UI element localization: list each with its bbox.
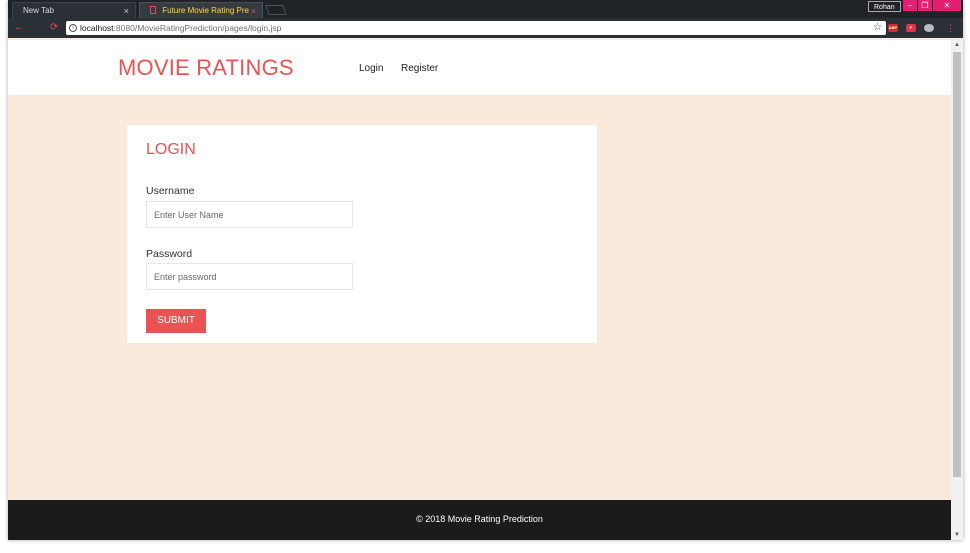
browser-window: New Tab × Future Movie Rating Pre × Roha… — [8, 0, 963, 540]
extension-icon[interactable] — [924, 24, 934, 32]
nav-link-login[interactable]: Login — [359, 62, 383, 76]
page-viewport: MOVIE RATINGS Login Register LOGIN Usern… — [8, 40, 951, 540]
profile-button[interactable]: Rohan — [868, 1, 901, 12]
password-input[interactable] — [146, 263, 353, 290]
scroll-thumb[interactable] — [953, 52, 961, 477]
scroll-up-arrow-icon[interactable]: ▲ — [951, 40, 963, 50]
page-icon — [150, 6, 156, 14]
page-scrollbar[interactable]: ▲ ▼ — [951, 40, 963, 540]
password-label: Password — [146, 248, 193, 260]
scroll-down-arrow-icon[interactable]: ▼ — [951, 530, 963, 540]
tab-close-icon[interactable]: × — [251, 3, 256, 19]
site-navbar: MOVIE RATINGS Login Register — [8, 40, 951, 95]
username-label: Username — [146, 185, 195, 197]
login-title: LOGIN — [146, 141, 196, 158]
restore-icon[interactable]: ❐ — [918, 0, 932, 11]
address-bar[interactable]: i localhost:8080/MovieRatingPrediction/p… — [66, 21, 886, 35]
reload-icon[interactable]: ⟳ — [50, 21, 58, 35]
site-footer: © 2018 Movie Rating Prediction — [8, 500, 951, 540]
tab-strip: New Tab × Future Movie Rating Pre × Roha… — [8, 0, 963, 18]
footer-copyright: © 2018 Movie Rating Prediction — [416, 514, 543, 524]
login-card: LOGIN Username Password SUBMIT — [127, 125, 597, 343]
forward-arrow-icon[interactable]: → — [32, 21, 42, 35]
tab-title: Future Movie Rating Pre — [162, 6, 249, 15]
nav-link-register[interactable]: Register — [401, 62, 438, 76]
tab-close-icon[interactable]: × — [124, 3, 129, 19]
adblock-extension-icon[interactable]: ABP — [888, 24, 898, 32]
pocket-extension-icon[interactable]: P — [906, 24, 916, 32]
tab-title: New Tab — [23, 6, 54, 15]
username-input[interactable] — [146, 201, 353, 228]
url-path: :8080/MovieRatingPrediction/pages/login.… — [113, 23, 282, 33]
new-tab-button[interactable] — [265, 5, 287, 15]
window-close-icon[interactable]: ✕ — [933, 0, 961, 11]
back-arrow-icon[interactable]: ← — [14, 21, 24, 35]
info-icon[interactable]: i — [69, 24, 77, 32]
submit-button[interactable]: SUBMIT — [146, 309, 206, 333]
bookmark-star-icon[interactable]: ☆ — [873, 21, 882, 35]
tab-new-tab[interactable]: New Tab × — [12, 2, 136, 18]
brand-logo[interactable]: MOVIE RATINGS — [118, 54, 294, 82]
screenshot-frame: New Tab × Future Movie Rating Pre × Roha… — [0, 0, 970, 553]
tab-movie-rating[interactable]: Future Movie Rating Pre × — [139, 2, 263, 18]
browser-toolbar: ← → ⟳ i localhost:8080/MovieRatingPredic… — [8, 18, 963, 38]
minimize-icon[interactable]: – — [903, 0, 917, 11]
kebab-menu-icon[interactable]: ⋮ — [946, 22, 955, 34]
url-host: localhost — [80, 23, 114, 33]
